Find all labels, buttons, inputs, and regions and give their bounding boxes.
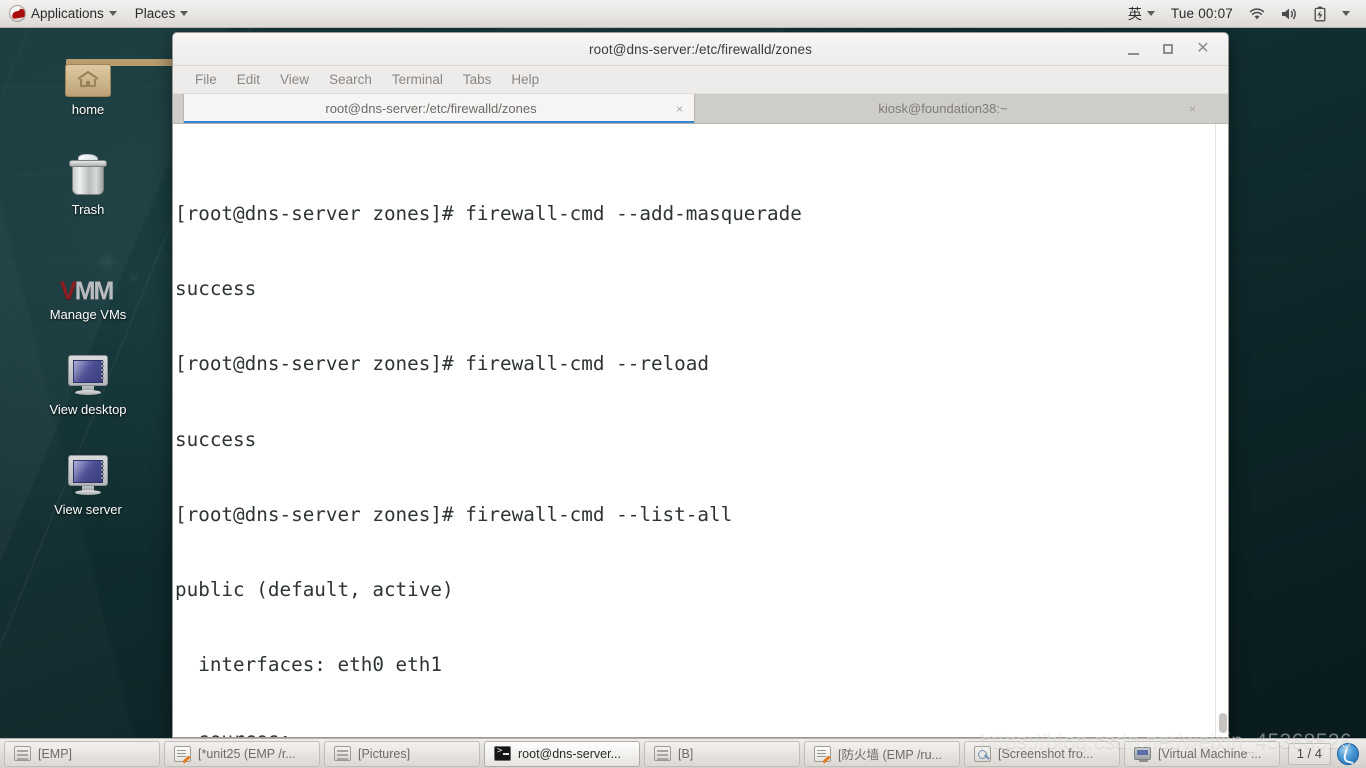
taskbar-button-emp[interactable]: [EMP] (4, 740, 160, 767)
input-method-label: 英 (1127, 5, 1142, 22)
taskbar-button-label: [Virtual Machine ... (1158, 746, 1262, 761)
menu-item-help[interactable]: Help (501, 69, 549, 90)
close-icon[interactable]: × (676, 102, 683, 116)
tab-label: kiosk@foundation38:~ (878, 101, 1008, 116)
clock[interactable]: Tue 00:07 (1164, 0, 1240, 27)
terminal-line: [root@dns-server zones]# firewall-cmd --… (175, 502, 733, 526)
terminal-line: public (default, active) (175, 577, 454, 601)
taskbar-button-label: [防火墙 (EMP /ru... (838, 748, 942, 762)
menu-bar: File Edit View Search Terminal Tabs Help (173, 66, 1228, 94)
tab-kiosk-foundation38[interactable]: kiosk@foundation38:~ × (695, 94, 1207, 123)
terminal-window: root@dns-server:/etc/firewalld/zones ✕ F… (172, 32, 1229, 738)
applications-menu[interactable]: Applications (0, 0, 126, 27)
redhat-logo-icon (9, 5, 26, 22)
monitor-icon (33, 345, 143, 397)
text-editor-icon (814, 745, 831, 762)
top-panel: Applications Places 英 Tue 00:07 (0, 0, 1366, 28)
chevron-down-icon (1342, 11, 1350, 16)
wifi-icon[interactable] (1242, 0, 1272, 27)
taskbar-button-b[interactable]: [B] (644, 740, 800, 767)
trash-icon (33, 145, 143, 197)
maximize-button[interactable] (1157, 38, 1179, 60)
scrollbar-thumb[interactable] (1219, 713, 1227, 733)
menu-item-terminal[interactable]: Terminal (382, 69, 453, 90)
input-method-indicator[interactable]: 英 (1121, 0, 1162, 27)
virtual-machine-icon (1134, 747, 1151, 762)
taskbar-button-label: root@dns-server... (518, 746, 622, 761)
terminal-line: success (175, 277, 257, 301)
terminal-line: success (175, 427, 257, 451)
taskbar-button-label: [Pictures] (358, 746, 411, 761)
virt-manager-icon: VMM (60, 277, 114, 305)
taskbar-button-pictures[interactable]: [Pictures] (324, 740, 480, 767)
menu-item-view[interactable]: View (270, 69, 319, 90)
top-panel-status-area: 英 Tue 00:07 (1121, 0, 1366, 27)
terminal-text: [root@dns-server zones]# firewall-cmd --… (173, 126, 1214, 737)
workspace-switcher[interactable]: 1 / 4 (1287, 742, 1331, 765)
clock-label: Tue 00:07 (1170, 6, 1233, 21)
desktop-icon-label: Manage VMs (49, 307, 127, 322)
close-icon[interactable]: × (1189, 102, 1196, 116)
menu-item-search[interactable]: Search (319, 69, 382, 90)
menu-item-tabs[interactable]: Tabs (453, 69, 502, 90)
taskbar-button-virtual-machine[interactable]: [Virtual Machine ... (1124, 740, 1280, 767)
terminal-line: [root@dns-server zones]# firewall-cmd --… (175, 352, 709, 376)
terminal-line: interfaces: eth0 eth1 (175, 652, 442, 676)
desktop-icon-trash[interactable]: Trash (33, 145, 143, 217)
desktop-icon-label: View server (54, 502, 122, 517)
taskbar-button-terminal[interactable]: root@dns-server... (484, 740, 640, 767)
window-icon (654, 746, 671, 761)
menu-item-file[interactable]: File (185, 69, 227, 90)
taskbar-button-label: [Screenshot fro... (998, 746, 1094, 761)
desktop-icon-view-server[interactable]: View server (33, 445, 143, 517)
window-title: root@dns-server:/etc/firewalld/zones (589, 41, 812, 57)
applications-menu-label: Applications (31, 6, 104, 21)
desktop-icon-view-desktop[interactable]: View desktop (33, 345, 143, 417)
tab-root-dns-server[interactable]: root@dns-server:/etc/firewalld/zones × (183, 94, 695, 123)
window-controls: ✕ (1122, 38, 1228, 60)
home-folder-icon (33, 45, 266, 97)
battery-icon[interactable] (1307, 0, 1333, 27)
desktop-icon-home[interactable]: home (33, 45, 266, 117)
system-menu-chevron[interactable] (1335, 0, 1357, 27)
taskbar-button-label: [*unit25 (EMP /r... (198, 746, 296, 761)
chevron-down-icon (108, 11, 117, 16)
volume-icon[interactable] (1274, 0, 1305, 27)
terminal-line: [root@dns-server zones]# firewall-cmd --… (175, 202, 802, 226)
minimize-button[interactable] (1122, 38, 1144, 60)
window-icon (334, 746, 351, 761)
desktop-icon-label: Trash (71, 202, 105, 217)
tab-bar: root@dns-server:/etc/firewalld/zones × k… (173, 94, 1228, 124)
taskbar-button-screenshot[interactable]: [Screenshot fro... (964, 740, 1120, 767)
places-menu[interactable]: Places (126, 0, 198, 27)
taskbar-button-label: [EMP] (38, 746, 73, 761)
menu-item-edit[interactable]: Edit (227, 69, 270, 90)
terminal-scrollbar[interactable] (1215, 124, 1228, 737)
desktop-icon-label: View desktop (49, 402, 127, 417)
taskbar-button-firewall[interactable]: [防火墙 (EMP /ru... (804, 740, 960, 767)
terminal-icon (494, 746, 511, 761)
window-icon (14, 746, 31, 761)
chevron-down-icon (1146, 11, 1155, 16)
taskbar-button-unit25[interactable]: [*unit25 (EMP /r... (164, 740, 320, 767)
window-title-bar[interactable]: root@dns-server:/etc/firewalld/zones ✕ (173, 33, 1228, 66)
places-menu-label: Places (134, 6, 176, 21)
terminal-line: sources: (175, 727, 1214, 737)
taskbar: [EMP] [*unit25 (EMP /r... [Pictures] roo… (0, 738, 1366, 768)
terminal-output-area[interactable]: [root@dns-server zones]# firewall-cmd --… (173, 124, 1228, 737)
screenshot-icon (974, 745, 991, 762)
close-button[interactable]: ✕ (1192, 38, 1214, 60)
monitor-icon (33, 445, 143, 497)
text-editor-icon (174, 745, 191, 762)
taskbar-button-label: [B] (678, 746, 694, 761)
blue-circle-icon[interactable] (1337, 742, 1359, 765)
tab-label: root@dns-server:/etc/firewalld/zones (325, 101, 537, 116)
workspace-label: 1 / 4 (1296, 746, 1322, 761)
desktop-icon-manage-vms[interactable]: VMM Manage VMs (33, 250, 143, 323)
chevron-down-icon (180, 11, 189, 16)
desktop-icon-label: home (71, 102, 105, 117)
